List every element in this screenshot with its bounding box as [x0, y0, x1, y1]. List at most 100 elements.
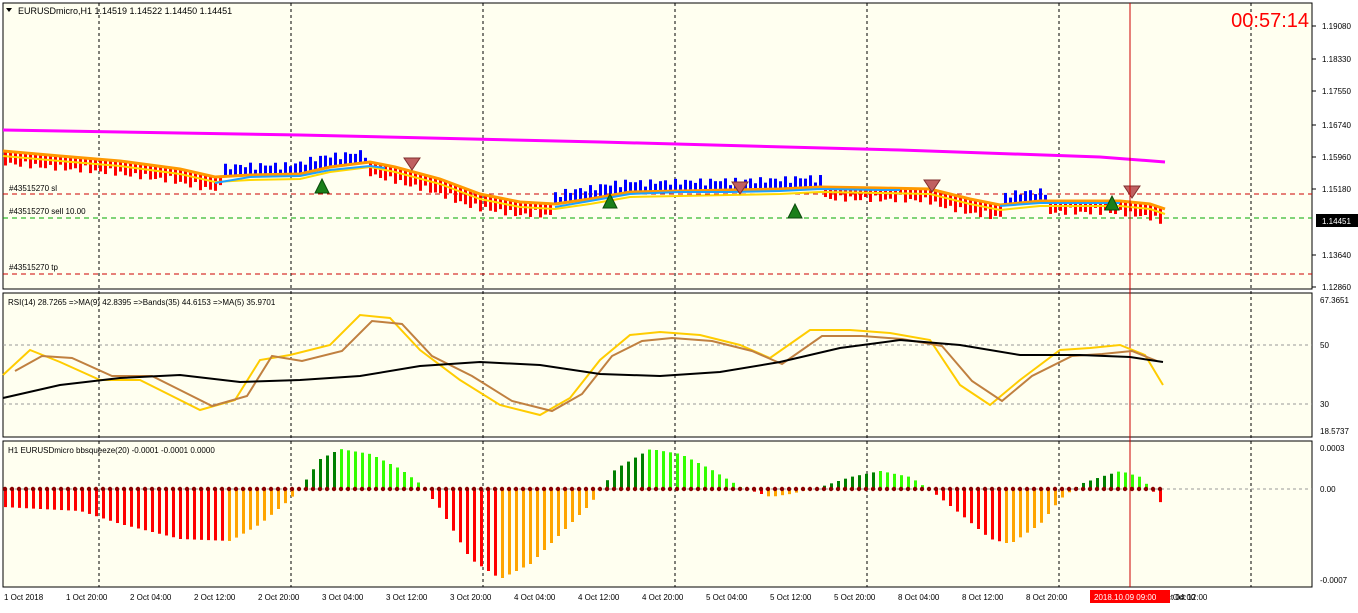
squeeze-dot [1122, 486, 1128, 492]
squeeze-bar [627, 461, 630, 489]
price-bar [1159, 208, 1162, 224]
squeeze-bar [151, 489, 154, 532]
squeeze-dot [1073, 486, 1079, 492]
squeeze-dot [233, 486, 239, 492]
chart-title: EURUSDmicro,H1 1.14519 1.14522 1.14450 1… [18, 6, 232, 16]
squeeze-dot [401, 486, 407, 492]
squeeze-bar [60, 489, 63, 511]
price-bar [994, 205, 997, 216]
squeeze-dot [688, 486, 694, 492]
squeeze-bar [193, 489, 196, 540]
squeeze-dot [898, 486, 904, 492]
squeeze-dot [289, 486, 295, 492]
price-bar [79, 158, 82, 173]
squeeze-bar [676, 453, 679, 489]
price-bar [539, 204, 542, 218]
squeeze-dot [86, 486, 92, 492]
price-bar [419, 174, 422, 191]
price-chart[interactable]: EURUSDmicro,H1 1.14519 1.14522 1.14450 1… [0, 0, 1358, 608]
squeeze-bar [529, 489, 532, 564]
squeeze-bar [165, 489, 168, 536]
price-bar [199, 174, 202, 191]
price-bar [999, 206, 1002, 217]
squeeze-dot [191, 486, 197, 492]
price-bar [44, 155, 47, 169]
squeeze-bar [648, 449, 651, 489]
squeeze-dot [716, 486, 722, 492]
cursor-time-value: 2018.10.09 09:00 [1094, 593, 1157, 602]
squeeze-dot [23, 486, 29, 492]
squeeze-bar [396, 467, 399, 489]
price-bar [969, 200, 972, 214]
squeeze-bar [319, 459, 322, 489]
squeeze-axis-label: -0.0007 [1320, 576, 1348, 585]
squeeze-dot [310, 486, 316, 492]
rsi-title: RSI(14) 28.7265 =>MA(9) 42.8395 =>Bands(… [8, 298, 276, 307]
squeeze-dot [534, 486, 540, 492]
squeeze-dot [51, 486, 57, 492]
squeeze-dot [751, 486, 757, 492]
squeeze-dot [947, 486, 953, 492]
squeeze-bar [1026, 489, 1029, 533]
squeeze-bar [88, 489, 91, 514]
rsi-axis-label: 67.3651 [1320, 296, 1349, 305]
squeeze-dot [870, 486, 876, 492]
squeeze-dot [1045, 486, 1051, 492]
time-label: 8 Oct 04:00 [898, 593, 940, 602]
entry-line-label: #43515270 sell 10.00 [9, 207, 86, 216]
rsi-panel[interactable] [2, 292, 1313, 438]
candle-timer: 00:57:14 [1231, 10, 1309, 32]
squeeze-axis-label: 0.00 [1320, 485, 1336, 494]
squeeze-bar [704, 466, 707, 489]
squeeze-dot [793, 486, 799, 492]
rsi-axis-label: 50 [1320, 341, 1329, 350]
squeeze-dot [709, 486, 715, 492]
squeeze-bar [1040, 489, 1043, 523]
squeeze-bar [1131, 474, 1134, 489]
squeeze-dot [933, 486, 939, 492]
squeeze-bar [459, 489, 462, 543]
price-label: 1.17550 [1322, 87, 1351, 96]
squeeze-dot [639, 486, 645, 492]
price-bar [429, 177, 432, 193]
squeeze-bar [354, 451, 357, 489]
price-bar [434, 178, 437, 193]
time-label: 4 Oct 20:00 [642, 593, 684, 602]
squeeze-dot [618, 486, 624, 492]
squeeze-dot [1157, 486, 1163, 492]
squeeze-dot [940, 486, 946, 492]
price-bar [189, 172, 192, 188]
main-panel[interactable] [2, 2, 1313, 290]
squeeze-bar [186, 489, 189, 540]
squeeze-bar [95, 489, 98, 517]
price-bar [404, 170, 407, 186]
squeeze-dot [758, 486, 764, 492]
terminal-chart-window[interactable]: EURUSDmicro,H1 1.14519 1.14522 1.14450 1… [0, 0, 1358, 608]
current-price-value: 1.14451 [1322, 217, 1351, 226]
squeeze-dot [464, 486, 470, 492]
price-bar [14, 153, 17, 165]
squeeze-dot [597, 486, 603, 492]
time-label: 1 Oct 20:00 [66, 593, 108, 602]
squeeze-dot [121, 486, 127, 492]
squeeze-dot [576, 486, 582, 492]
squeeze-dot [30, 486, 36, 492]
squeeze-bar [1054, 489, 1057, 506]
squeeze-bar [984, 489, 987, 535]
time-label: 2 Oct 12:00 [194, 593, 236, 602]
squeeze-bar [340, 449, 343, 489]
price-bar [149, 166, 152, 180]
squeeze-dot [786, 486, 792, 492]
price-bar [939, 192, 942, 207]
squeeze-bar [963, 489, 966, 518]
rsi-axis-label: 18.5737 [1320, 427, 1349, 436]
squeeze-dot [450, 486, 456, 492]
squeeze-dot [1129, 486, 1135, 492]
price-label: 1.16740 [1322, 121, 1351, 130]
squeeze-dot [849, 486, 855, 492]
squeeze-dot [226, 486, 232, 492]
price-bar [894, 189, 897, 203]
squeeze-bar [214, 489, 217, 541]
squeeze-dot [163, 486, 169, 492]
price-bar [464, 189, 467, 205]
